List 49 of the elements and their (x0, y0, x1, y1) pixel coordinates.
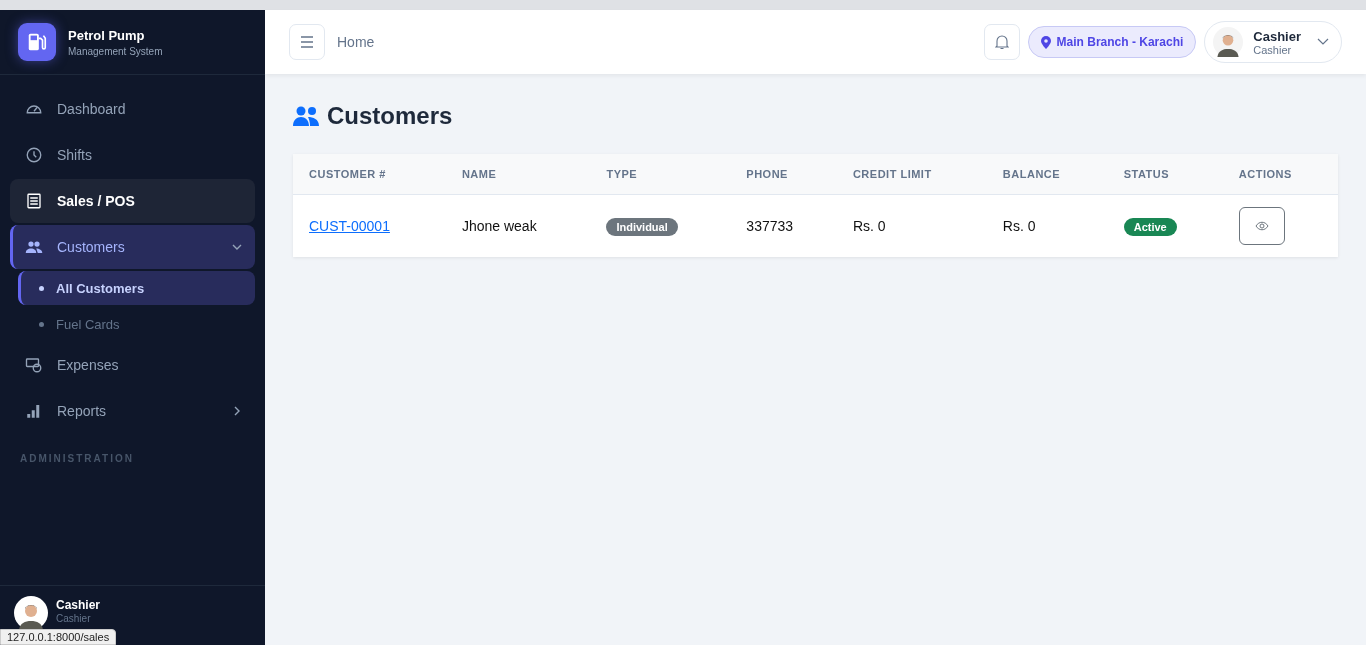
table-cell: Rs. 0 (836, 194, 987, 257)
chevron-down-icon (1317, 38, 1329, 46)
view-button[interactable] (1238, 207, 1285, 245)
money-icon (25, 356, 43, 374)
eye-icon (1254, 221, 1269, 231)
submenu-item[interactable]: Fuel Cards (18, 307, 255, 341)
column-header: NAME (445, 154, 591, 195)
section-label: ADMINISTRATION (19, 452, 135, 466)
avatar-icon (14, 596, 48, 630)
column-header: CUSTOMER # (293, 154, 446, 195)
users-icon (293, 106, 319, 126)
user-name: Cashier (56, 598, 101, 612)
app-subtitle: Management System (68, 45, 163, 57)
users-icon (25, 238, 43, 256)
nav-item[interactable]: Shifts (10, 133, 255, 177)
status-badge: Active (1123, 218, 1177, 236)
nav-item[interactable]: Dashboard (10, 87, 255, 131)
status-url: 127.0.0.1:8000/sales (0, 629, 117, 645)
customer-link[interactable]: CUST-00001 (309, 218, 390, 234)
app-title: Petrol Pump (68, 27, 146, 43)
nav-item[interactable]: Reports (10, 389, 255, 433)
menu-button[interactable] (289, 24, 325, 60)
page-title: Customers (327, 102, 453, 130)
notification-button[interactable] (983, 24, 1020, 60)
submenu-item[interactable]: All Customers (18, 271, 255, 305)
map-pin-icon (1040, 35, 1051, 49)
nav-item[interactable]: Expenses (10, 343, 255, 387)
column-header: ACTIONS (1222, 154, 1338, 195)
list-icon (25, 192, 43, 210)
table-cell: Rs. 0 (986, 194, 1108, 257)
user-menu[interactable]: Cashier Cashier (1204, 21, 1342, 63)
breadcrumb: Home (337, 34, 375, 50)
user-role: Cashier (56, 613, 92, 624)
clock-icon (25, 146, 43, 164)
nav-item[interactable]: Customers (10, 225, 255, 269)
branch-selector[interactable]: Main Branch - Karachi (1027, 26, 1197, 58)
type-badge: Individual (606, 218, 678, 236)
column-header: TYPE (590, 154, 731, 195)
nav-item[interactable]: Sales / POS (10, 179, 255, 223)
column-header: CREDIT LIMIT (836, 154, 987, 195)
avatar-icon (1213, 27, 1244, 57)
table-cell: 337733 (730, 194, 837, 257)
column-header: BALANCE (986, 154, 1108, 195)
bell-icon (994, 34, 1009, 50)
fuel-pump-icon (18, 23, 56, 61)
column-header: PHONE (730, 154, 837, 195)
column-header: STATUS (1107, 154, 1223, 195)
table-cell: Jhone weak (445, 194, 591, 257)
menu-icon (300, 36, 314, 48)
